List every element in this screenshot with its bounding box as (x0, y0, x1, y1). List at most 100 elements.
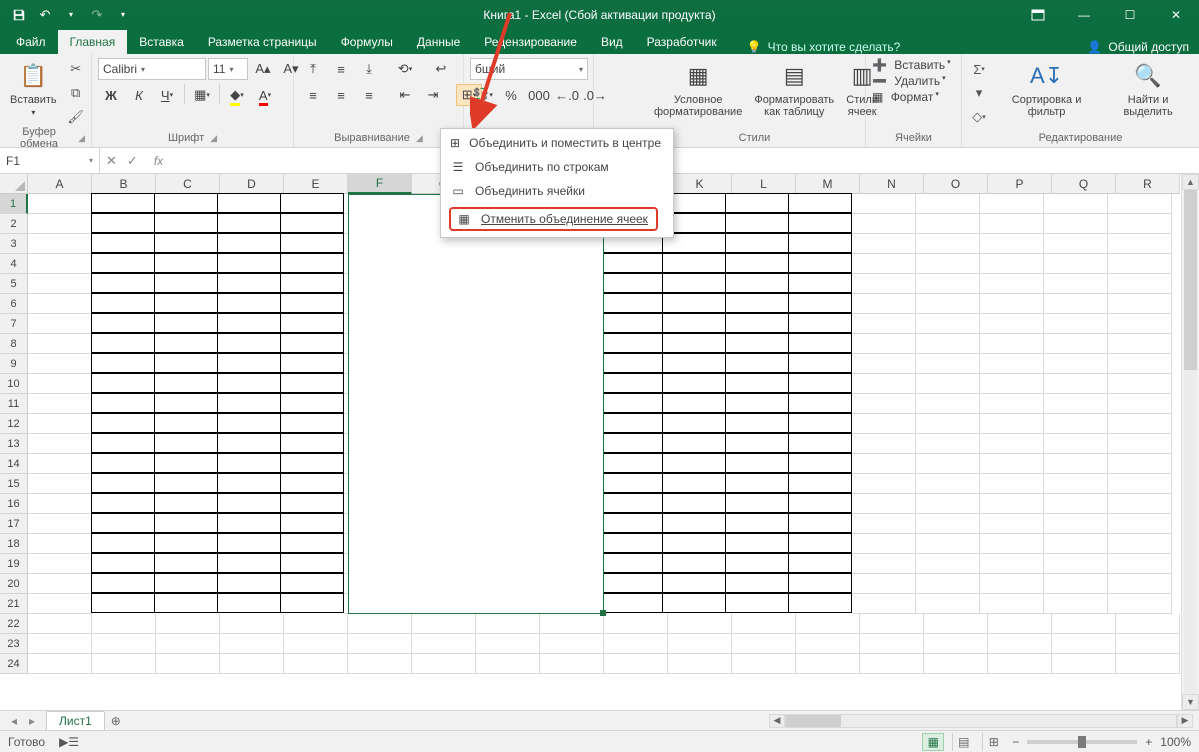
cell[interactable] (154, 473, 218, 493)
cell[interactable] (28, 374, 92, 394)
cell[interactable] (91, 553, 155, 573)
cell[interactable] (980, 294, 1044, 314)
cell[interactable] (916, 254, 980, 274)
cell[interactable] (154, 453, 218, 473)
cell[interactable] (217, 233, 281, 253)
cell[interactable] (154, 553, 218, 573)
cell[interactable] (916, 374, 980, 394)
cell[interactable] (476, 614, 540, 634)
cell[interactable] (1116, 634, 1180, 654)
column-header[interactable]: F (348, 174, 412, 194)
cell[interactable] (980, 474, 1044, 494)
cell[interactable] (154, 593, 218, 613)
cell[interactable] (980, 234, 1044, 254)
cell[interactable] (28, 194, 92, 214)
cell[interactable] (540, 614, 604, 634)
cell[interactable] (217, 453, 281, 473)
cell[interactable] (1044, 294, 1108, 314)
cell[interactable] (852, 394, 916, 414)
cell[interactable] (980, 514, 1044, 534)
cell[interactable] (788, 293, 852, 313)
align-center-button[interactable]: ≡ (328, 84, 354, 106)
cell[interactable] (1108, 554, 1172, 574)
cell[interactable] (28, 334, 92, 354)
cell[interactable] (980, 434, 1044, 454)
conditional-formatting-button[interactable]: ▦Условное форматирование (650, 58, 746, 120)
row-header[interactable]: 3 (0, 234, 28, 254)
cell[interactable] (92, 614, 156, 634)
row-header[interactable]: 22 (0, 614, 28, 634)
cell[interactable] (725, 553, 789, 573)
cell[interactable] (91, 573, 155, 593)
cell[interactable] (788, 313, 852, 333)
cell[interactable] (28, 414, 92, 434)
cell[interactable] (788, 353, 852, 373)
cell[interactable] (280, 493, 344, 513)
row-header[interactable]: 11 (0, 394, 28, 414)
macro-rec-icon[interactable]: ▶☰ (59, 735, 79, 749)
cell[interactable] (916, 534, 980, 554)
cell[interactable] (280, 573, 344, 593)
cell[interactable] (662, 353, 726, 373)
increase-font-button[interactable]: A▴ (250, 58, 276, 80)
increase-indent-button[interactable]: ⇥ (420, 84, 446, 106)
undo-button[interactable]: ↶ (34, 4, 56, 26)
redo-button[interactable]: ↷ (86, 4, 108, 26)
cell[interactable] (725, 573, 789, 593)
cell[interactable] (220, 634, 284, 654)
cell[interactable] (980, 414, 1044, 434)
cell[interactable] (599, 573, 663, 593)
cell[interactable] (662, 393, 726, 413)
zoom-in-button[interactable]: + (1145, 735, 1152, 749)
cell[interactable] (668, 634, 732, 654)
worksheet-grid[interactable]: ABCDEFGHIJKLMNOPQR 123456789101112131415… (0, 174, 1199, 710)
cell[interactable] (280, 453, 344, 473)
cell[interactable] (28, 454, 92, 474)
cell[interactable] (980, 394, 1044, 414)
cell[interactable] (1044, 454, 1108, 474)
cell[interactable] (599, 273, 663, 293)
cell[interactable] (980, 314, 1044, 334)
cell[interactable] (916, 314, 980, 334)
row-header[interactable]: 17 (0, 514, 28, 534)
cell[interactable] (599, 313, 663, 333)
cell[interactable] (916, 194, 980, 214)
cell[interactable] (725, 473, 789, 493)
cell[interactable] (28, 614, 92, 634)
cell[interactable] (924, 654, 988, 674)
cancel-formula-button[interactable]: ✕ (106, 153, 117, 169)
cell[interactable] (916, 494, 980, 514)
align-bottom-button[interactable]: ⤓ (356, 58, 382, 80)
cell[interactable] (154, 213, 218, 233)
cell[interactable] (1116, 614, 1180, 634)
cell[interactable] (28, 354, 92, 374)
cell[interactable] (1044, 214, 1108, 234)
cell[interactable] (1108, 594, 1172, 614)
cell[interactable] (1044, 474, 1108, 494)
cell[interactable] (1108, 254, 1172, 274)
row-header[interactable]: 7 (0, 314, 28, 334)
cell[interactable] (280, 513, 344, 533)
cell[interactable] (28, 214, 92, 234)
cell[interactable] (725, 453, 789, 473)
scroll-left-button[interactable]: ◀ (769, 714, 785, 728)
font-name-combo[interactable]: Calibri▾ (98, 58, 206, 80)
cell[interactable] (154, 413, 218, 433)
paste-button[interactable]: 📋 Вставить ▾ (6, 58, 61, 119)
cell[interactable] (852, 554, 916, 574)
cell[interactable] (540, 634, 604, 654)
cell[interactable] (980, 534, 1044, 554)
cell[interactable] (725, 193, 789, 213)
cell[interactable] (156, 654, 220, 674)
cell[interactable] (28, 494, 92, 514)
cell[interactable] (662, 433, 726, 453)
insert-cells-button[interactable]: Вставить (894, 58, 945, 72)
cell[interactable] (788, 253, 852, 273)
cell[interactable] (217, 533, 281, 553)
cell[interactable] (1044, 514, 1108, 534)
fill-color-button[interactable]: ◆▾ (224, 84, 250, 106)
cell[interactable] (1108, 574, 1172, 594)
cell[interactable] (280, 313, 344, 333)
cell[interactable] (156, 614, 220, 634)
cell[interactable] (668, 614, 732, 634)
